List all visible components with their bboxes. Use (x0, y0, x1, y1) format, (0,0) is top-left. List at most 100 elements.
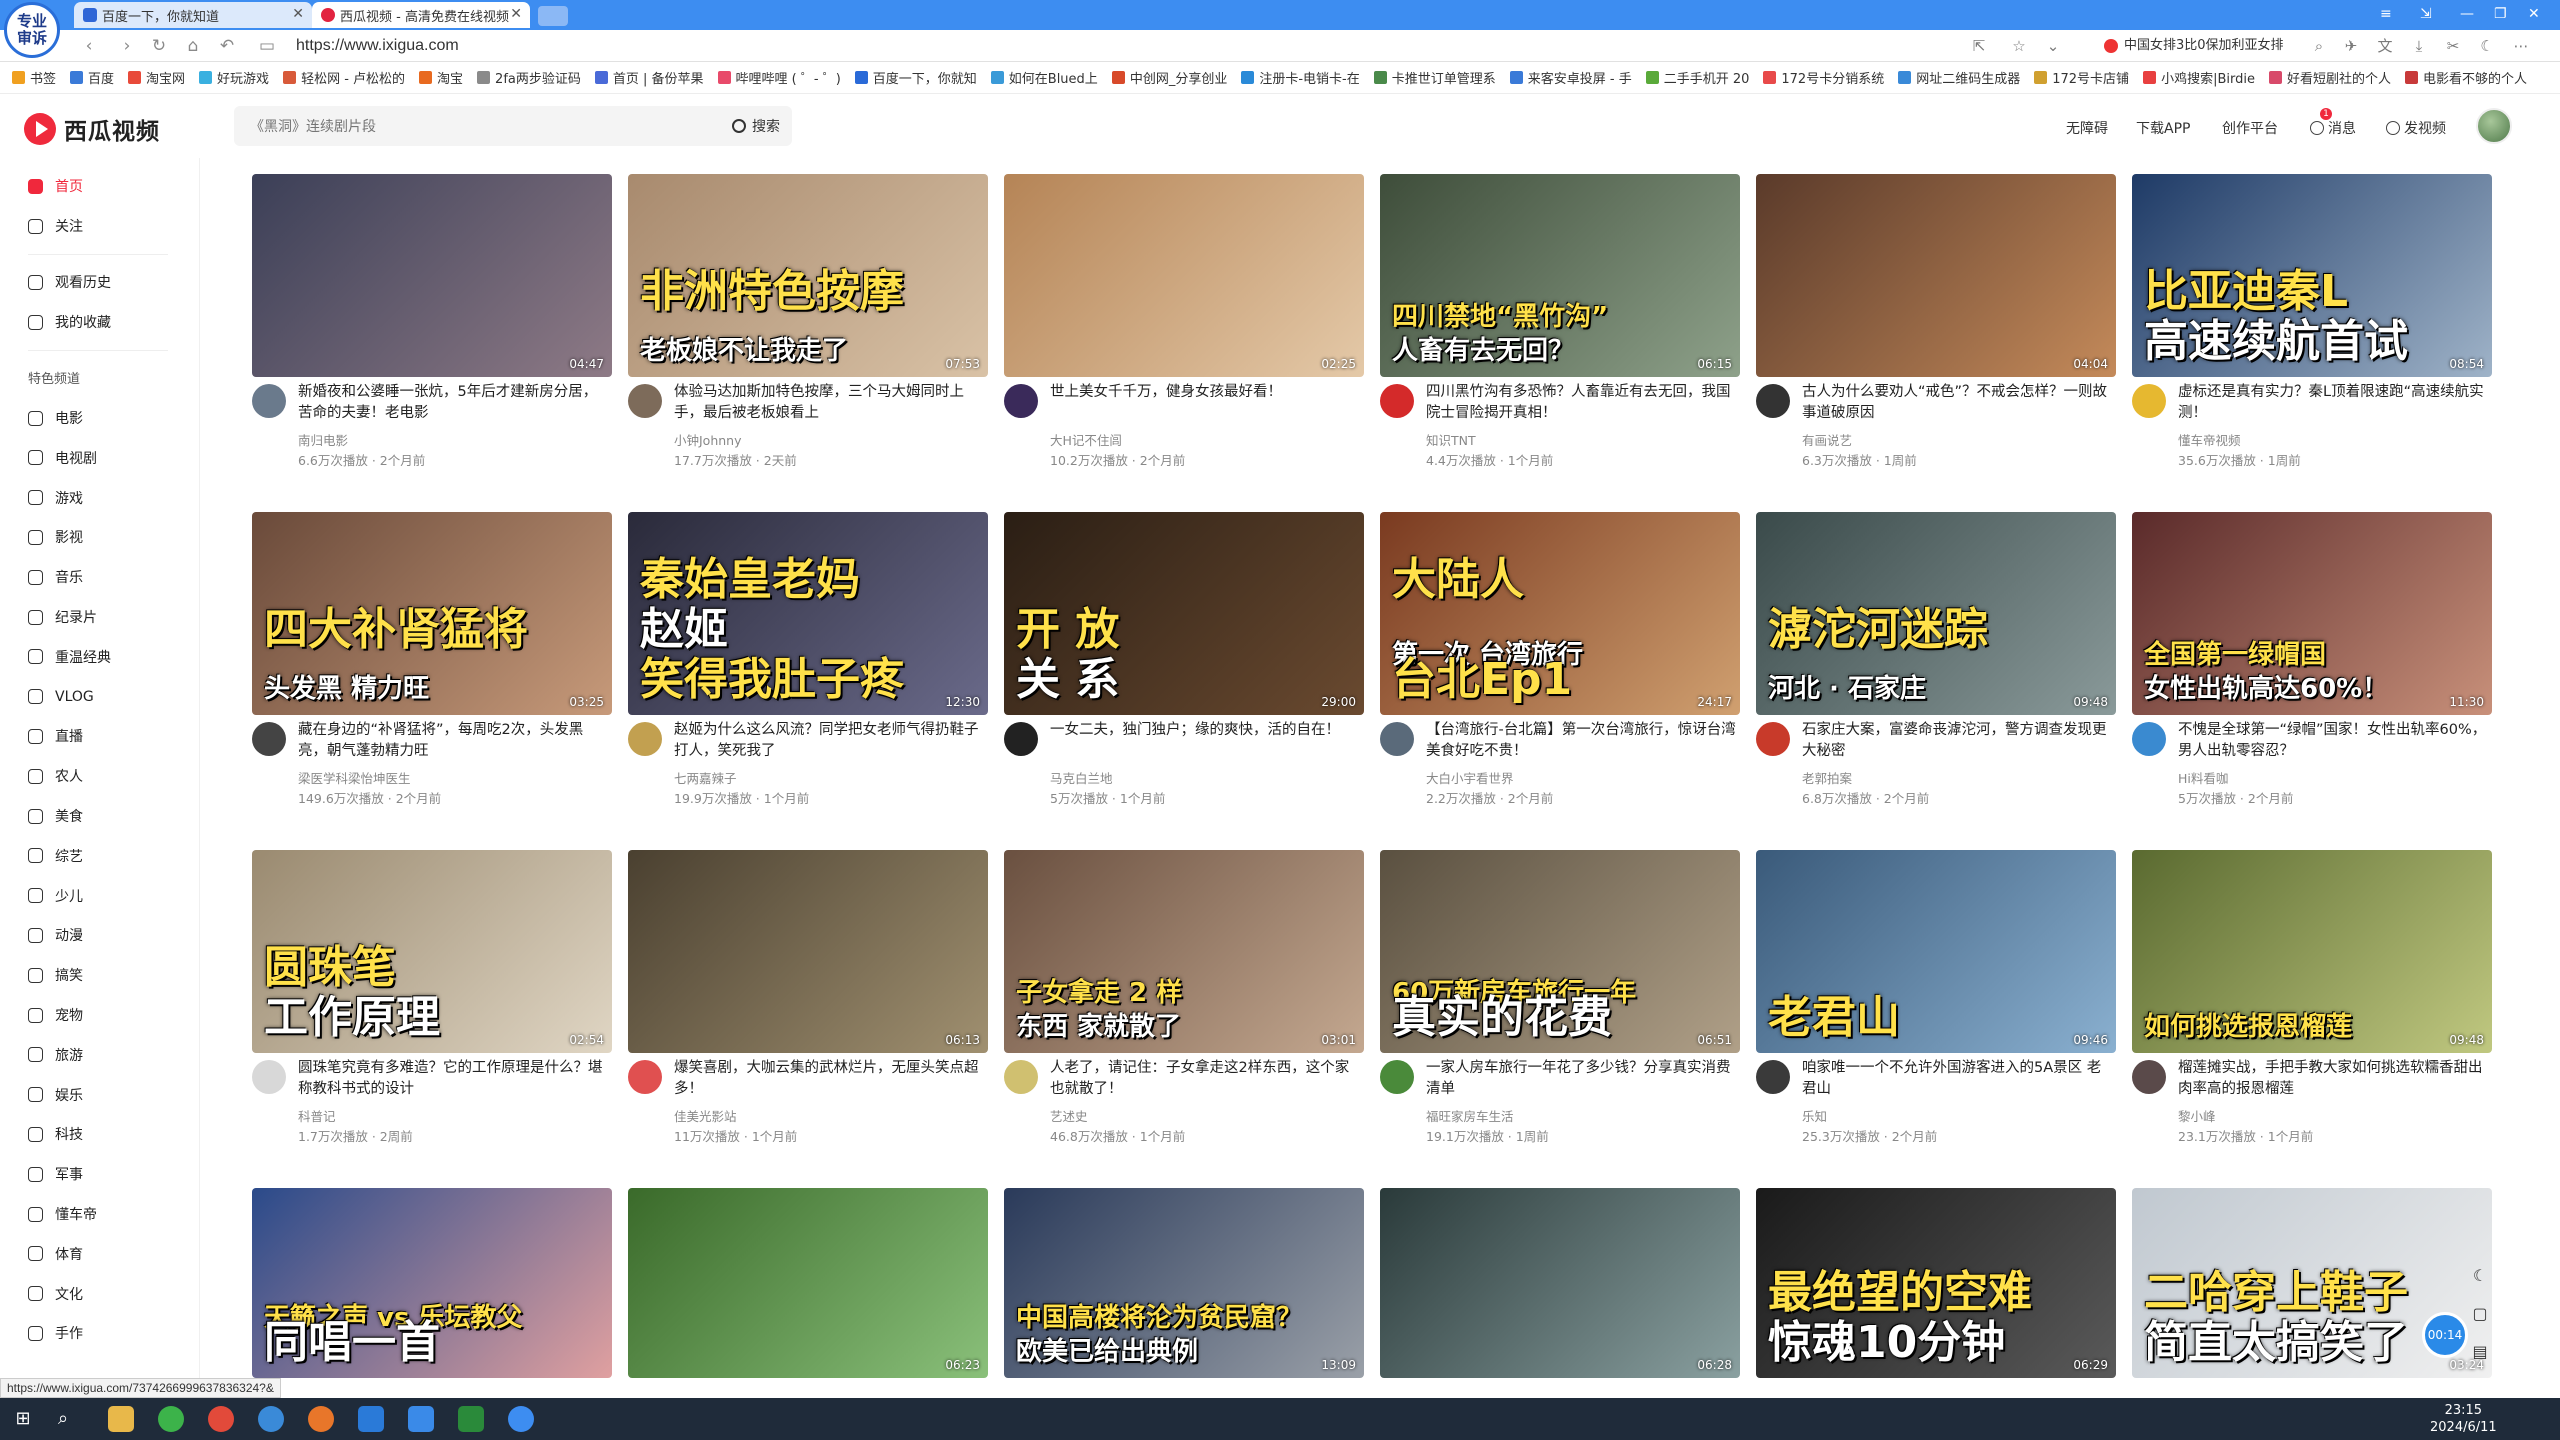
timer-badge[interactable]: 00:14 (2422, 1312, 2468, 1358)
video-author[interactable]: 乐知 (1802, 1106, 1827, 1125)
video-card[interactable]: 04:47 新婚夜和公婆睡一张炕，5年后才建新房分居，苦命的夫妻！老电影 南归电影 6… (252, 174, 612, 484)
author-avatar[interactable] (1004, 722, 1038, 756)
message-link[interactable]: 消息 (2310, 118, 2356, 138)
maximize-icon[interactable]: ❐ (2494, 6, 2507, 22)
video-card[interactable]: 四大补肾猛将 头发黑 精力旺 03:25 藏在身边的“补肾猛将”，每周吃2次，头发黑亮… (252, 512, 612, 822)
sidebar-item[interactable]: 重温经典 (28, 645, 111, 669)
video-card[interactable]: 06:13 爆笑喜剧，大咖云集的武林烂片，无厘头笑点超多！ 佳美光影站 11万次播放 … (628, 850, 988, 1160)
download-icon[interactable]: ⤓ (2410, 37, 2428, 55)
video-thumbnail[interactable]: 06:28 (1380, 1188, 1740, 1378)
video-thumbnail[interactable]: 非洲特色按摩 老板娘不让我走了 07:53 (628, 174, 988, 377)
bookmark-item[interactable]: 书签 (12, 68, 56, 87)
search-icon[interactable]: ⌕ (2310, 37, 2328, 55)
bookmark-item[interactable]: 注册卡-电销卡-在 (1241, 68, 1360, 87)
video-card[interactable]: 秦始皇老妈 赵姬 笑得我肚子疼 12:30 赵姬为什么这么风流？同学把女老师气得扔鞋子打… (628, 512, 988, 822)
sidebar-item[interactable]: 音乐 (28, 565, 83, 589)
video-card[interactable]: 06:28 (1380, 1188, 1740, 1378)
search-icon[interactable]: ⌕ (58, 1406, 84, 1432)
video-author[interactable]: 福旺家房车生活 (1426, 1106, 1514, 1125)
bookmark-item[interactable]: 轻松网 - 卢松松的 (283, 68, 405, 87)
bookmark-item[interactable]: 中创网_分享创业 (1111, 68, 1227, 87)
bookmark-item[interactable]: 小鸡搜索|Birdie (2143, 68, 2255, 87)
translate-icon[interactable]: 文 (2376, 37, 2394, 55)
extension-icon[interactable]: ✈ (2342, 37, 2360, 55)
video-author[interactable]: 大H记不住闾 (1050, 430, 1122, 449)
video-title[interactable]: 圆珠笔究竟有多难造？它的工作原理是什么？堪称教科书式的设计 (298, 1058, 610, 1100)
sidebar-item[interactable]: 动漫 (28, 923, 83, 947)
sidebar-item[interactable]: 关注 (28, 214, 83, 238)
video-title[interactable]: 不愧是全球第一“绿帽”国家！女性出轨率60%，男人出轨零容忍？ (2178, 720, 2490, 762)
sidebar-item[interactable]: 文化 (28, 1282, 83, 1306)
sidebar-item[interactable]: 旅游 (28, 1043, 83, 1067)
author-avatar[interactable] (1756, 722, 1790, 756)
bookmark-item[interactable]: 如何在Blued上 (990, 68, 1098, 87)
video-thumbnail[interactable]: 04:04 (1756, 174, 2116, 377)
refresh-icon[interactable]: ↻ (148, 35, 170, 57)
creator-platform-link[interactable]: 创作平台 (2222, 118, 2278, 138)
window-close-icon[interactable]: ✕ (2528, 6, 2540, 22)
video-title[interactable]: 榴莲摊实战，手把手教大家如何挑选软糯香甜出肉率高的报恩榴莲 (2178, 1058, 2490, 1100)
author-avatar[interactable] (628, 384, 662, 418)
video-title[interactable]: 世上美女千千万，健身女孩最好看！ (1050, 382, 1362, 403)
author-avatar[interactable] (1756, 384, 1790, 418)
file-explorer-icon[interactable] (108, 1406, 134, 1432)
video-thumbnail[interactable]: 06:13 (628, 850, 988, 1053)
video-thumbnail[interactable]: 02:25 (1004, 174, 1364, 377)
video-thumbnail[interactable]: 子女拿走 2 样东西 家就散了 03:01 (1004, 850, 1364, 1053)
video-card[interactable]: 比亚迪秦L 高速续航首试 08:54 虚标还是真有实力？秦L顶着限速跑“高速续航实测！… (2132, 174, 2492, 484)
close-icon[interactable]: ✕ (510, 6, 522, 22)
download-app-link[interactable]: 下载APP (2136, 118, 2190, 138)
tools-icon[interactable]: ✂ (2444, 37, 2462, 55)
video-title[interactable]: 虚标还是真有实力？秦L顶着限速跑“高速续航实测！ (2178, 382, 2490, 424)
video-card[interactable]: 滹沱河迷踪 河北 · 石家庄 09:48 石家庄大案，富婆命丧滹沱河，警方调查发现更大… (1756, 512, 2116, 822)
bookmark-item[interactable]: 淘宝网 (128, 68, 185, 87)
video-thumbnail[interactable]: 04:47 (252, 174, 612, 377)
video-author[interactable]: 黎小峰 (2178, 1106, 2216, 1125)
video-title[interactable]: 赵姬为什么这么风流？同学把女老师气得扔鞋子打人，笑死我了 (674, 720, 986, 762)
sidebar-item[interactable]: 少儿 (28, 884, 83, 908)
minimize-icon[interactable]: — (2460, 6, 2474, 22)
video-card[interactable]: 圆珠笔 工作原理 02:54 圆珠笔究竟有多难造？它的工作原理是什么？堪称教科书式的设… (252, 850, 612, 1160)
chevron-down-icon[interactable]: ⌄ (2044, 37, 2062, 55)
video-card[interactable]: 二哈穿上鞋子 简直太搞笑了 03:24 00:14 (2132, 1188, 2492, 1378)
author-avatar[interactable] (1756, 1060, 1790, 1094)
search-button[interactable]: 搜索 (732, 116, 780, 136)
feedback-icon[interactable]: ▢ (2468, 1302, 2492, 1326)
author-avatar[interactable] (628, 1060, 662, 1094)
video-card[interactable]: 60万新房车旅行一年 真实的花费 06:51 一家人房车旅行一年花了多少钱？分享真实消… (1380, 850, 1740, 1160)
forward-icon[interactable]: › (116, 35, 138, 57)
bookmark-item[interactable]: 好玩游戏 (199, 68, 269, 87)
sidebar-item[interactable]: 纪录片 (28, 605, 97, 629)
windows-start-icon[interactable]: ⊞ (10, 1406, 36, 1432)
video-thumbnail[interactable]: 四川禁地“黑竹沟” 人畜有去无回？ 06:15 (1380, 174, 1740, 377)
video-title[interactable]: 新婚夜和公婆睡一张炕，5年后才建新房分居，苦命的夫妻！老电影 (298, 382, 610, 424)
comment-icon[interactable]: ▤ (2468, 1340, 2492, 1364)
sidebar-item[interactable]: 农人 (28, 764, 83, 788)
video-author[interactable]: 七两嘉辣子 (674, 768, 737, 787)
video-author[interactable]: 艺述史 (1050, 1106, 1088, 1125)
video-card[interactable]: 最绝望的空难 惊魂10分钟 06:29 (1756, 1188, 2116, 1378)
system-clock[interactable]: 23:15 2024/6/11 (2430, 1402, 2497, 1436)
sidebar-item[interactable]: 娱乐 (28, 1083, 83, 1107)
user-avatar[interactable] (2476, 108, 2512, 144)
video-author[interactable]: 小钟Johnny (674, 430, 742, 449)
video-author[interactable]: 马克白兰地 (1050, 768, 1113, 787)
video-card[interactable]: 全国第一绿帽国 女性出轨高达60%！ 11:30 不愧是全球第一“绿帽”国家！女性出轨… (2132, 512, 2492, 822)
new-tab-button[interactable] (538, 6, 568, 26)
app-icon[interactable] (408, 1406, 434, 1432)
sidebar-item[interactable]: 体育 (28, 1242, 83, 1266)
sidebar-item[interactable]: 军事 (28, 1162, 83, 1186)
dark-mode-icon[interactable]: ☾ (2468, 1264, 2492, 1288)
video-thumbnail[interactable]: 开 放关 系 29:00 (1004, 512, 1364, 715)
sidebar-item[interactable]: 手作 (28, 1321, 83, 1345)
back-icon[interactable]: ‹ (78, 35, 100, 57)
site-logo[interactable]: 西瓜视频 (24, 112, 160, 146)
browser-tab-baidu[interactable]: 百度一下，你就知道 ✕ (74, 2, 312, 28)
video-author[interactable]: 梁医学科梁怡坤医生 (298, 768, 411, 787)
night-icon[interactable]: ☾ (2478, 37, 2496, 55)
video-thumbnail[interactable]: 中国高楼将沦为贫民窟？ 欧美已给出典例 13:09 (1004, 1188, 1364, 1378)
video-title[interactable]: 爆笑喜剧，大咖云集的武林烂片，无厘头笑点超多！ (674, 1058, 986, 1100)
sidebar-item[interactable]: 搞笑 (28, 963, 83, 987)
video-card[interactable]: 老君山 09:46 咱家唯一一个不允许外国游客进入的5A景区 老君山 乐知 25.3万次… (1756, 850, 2116, 1160)
sidebar-item[interactable]: 观看历史 (28, 270, 111, 294)
